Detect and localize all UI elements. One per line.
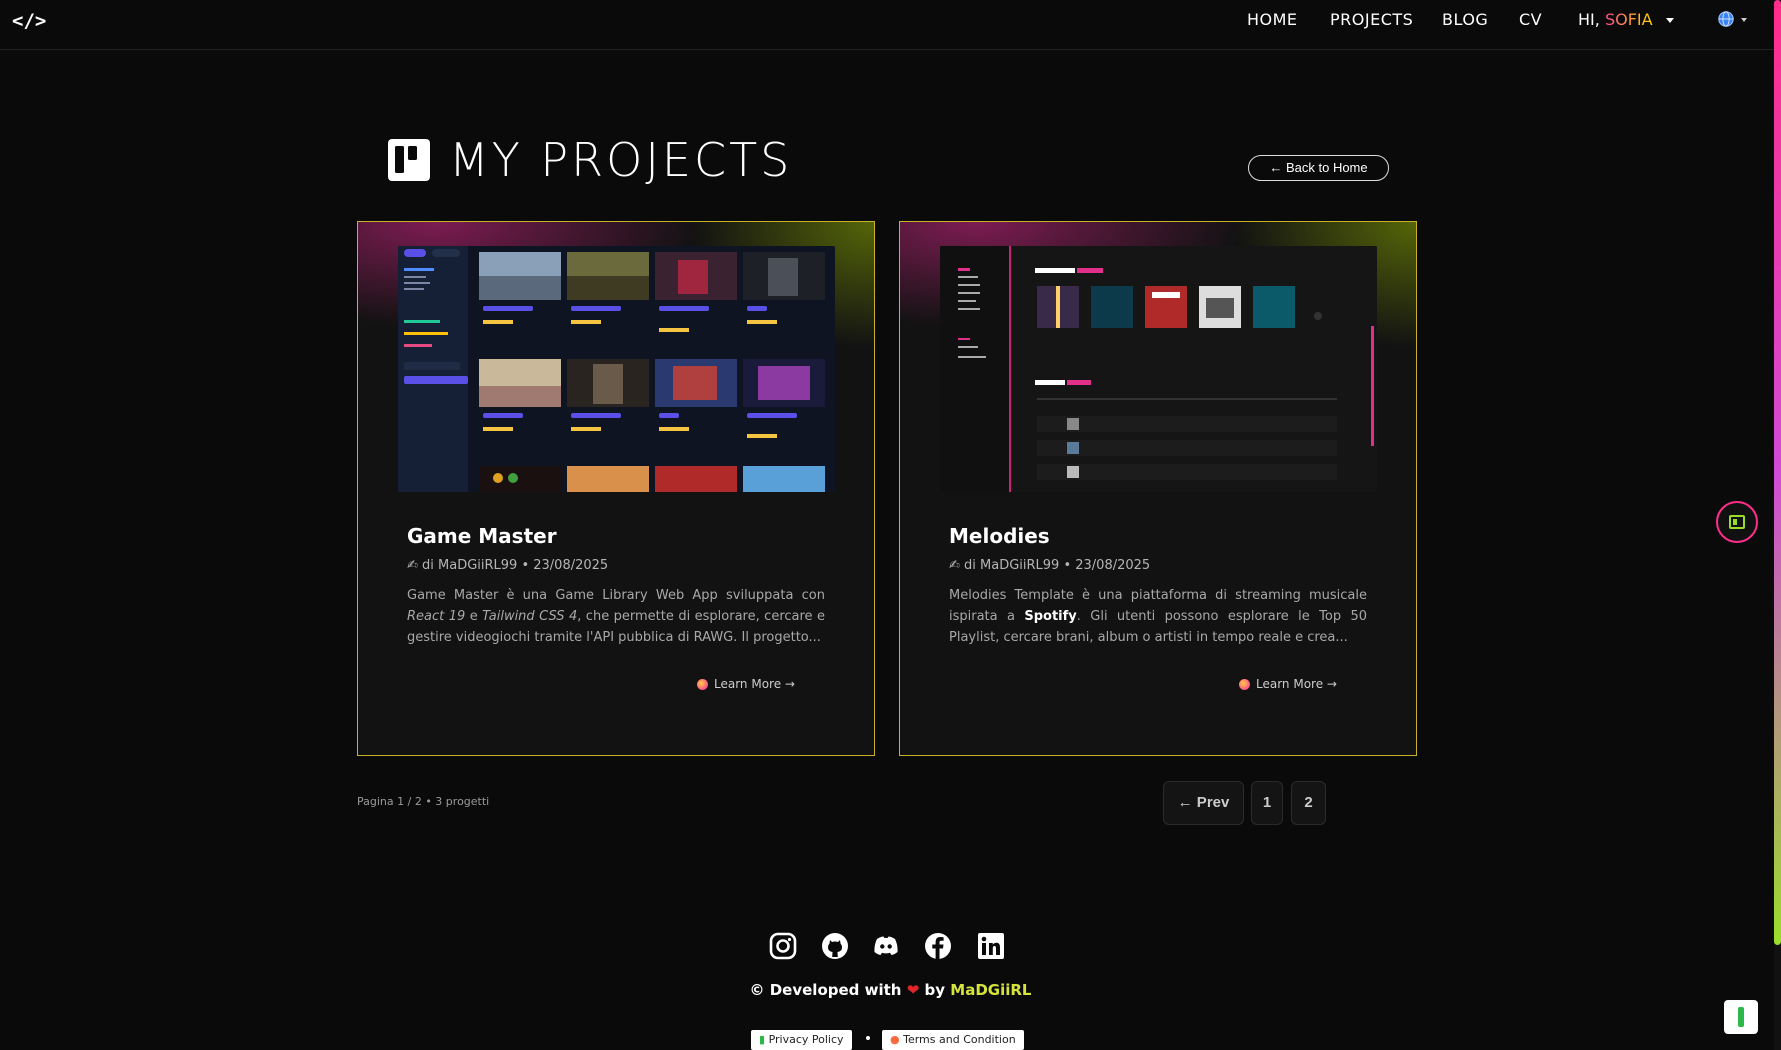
orb-icon: ● bbox=[890, 1033, 900, 1046]
project-description: Game Master è una Game Library Web App s… bbox=[407, 588, 825, 645]
user-menu[interactable]: HI, SOFIA bbox=[1578, 10, 1653, 29]
instagram-icon[interactable] bbox=[769, 932, 797, 960]
scrollbar[interactable] bbox=[1774, 0, 1781, 1050]
privacy-label: Privacy Policy bbox=[768, 1033, 844, 1046]
greeting: HI, bbox=[1578, 10, 1600, 29]
page-title: MY PROJECTS bbox=[449, 133, 793, 187]
globe-icon[interactable] bbox=[1717, 10, 1735, 28]
top-navbar: </> HOME PROJECTS BLOG CV HI, SOFIA bbox=[0, 0, 1781, 50]
footer-credit: © Developed with ❤ by MaDGiiRL bbox=[0, 981, 1781, 999]
user-name: SOFIA bbox=[1604, 10, 1653, 29]
privacy-policy-button[interactable]: ▮ Privacy Policy bbox=[751, 1030, 852, 1050]
page-2-button[interactable]: 2 bbox=[1291, 781, 1326, 825]
melodies-screenshot bbox=[940, 246, 1377, 492]
project-card[interactable]: Game Master ✍ di MaDGiiRL99 • 23/08/2025… bbox=[357, 221, 875, 756]
kanban-icon bbox=[388, 139, 430, 181]
nav-blog[interactable]: BLOG bbox=[1442, 10, 1488, 29]
brand-link[interactable]: MaDGiiRL bbox=[950, 981, 1031, 999]
panel-icon bbox=[1729, 515, 1745, 529]
scrollbar-thumb[interactable] bbox=[1774, 0, 1781, 945]
pagination-info: Pagina 1 / 2 • 3 progetti bbox=[357, 795, 490, 808]
chevron-down-icon[interactable] bbox=[1666, 18, 1674, 23]
project-title[interactable]: Melodies bbox=[949, 524, 1050, 548]
orb-icon bbox=[1239, 679, 1250, 690]
nav-cv[interactable]: CV bbox=[1519, 10, 1542, 29]
nav-home[interactable]: HOME bbox=[1247, 10, 1298, 29]
shield-icon: ▮ bbox=[759, 1033, 766, 1046]
credit-by: by bbox=[924, 981, 946, 999]
back-to-home-button[interactable]: ← Back to Home bbox=[1248, 155, 1389, 181]
prev-page-button[interactable]: ← Prev bbox=[1163, 781, 1244, 825]
project-title[interactable]: Game Master bbox=[407, 524, 557, 548]
project-thumbnail[interactable] bbox=[940, 246, 1377, 492]
project-meta: ✍ di MaDGiiRL99 • 23/08/2025 bbox=[407, 558, 609, 573]
facebook-icon[interactable] bbox=[924, 932, 952, 960]
sidebar-toggle-button[interactable] bbox=[1716, 501, 1758, 543]
learn-more-link[interactable]: Learn More → bbox=[1239, 677, 1337, 691]
learn-more-label: Learn More → bbox=[714, 677, 795, 691]
language-caret-icon[interactable] bbox=[1741, 18, 1747, 22]
terms-label: Terms and Condition bbox=[903, 1033, 1016, 1046]
project-meta: ✍ di MaDGiiRL99 • 23/08/2025 bbox=[949, 558, 1151, 573]
credit-prefix: © Developed with bbox=[749, 981, 902, 999]
terms-button[interactable]: ● Terms and Condition bbox=[882, 1030, 1024, 1050]
page-1-button[interactable]: 1 bbox=[1251, 781, 1283, 825]
project-description: Melodies Template è una piattaforma di s… bbox=[949, 588, 1367, 645]
linkedin-icon[interactable] bbox=[977, 932, 1005, 960]
orb-icon bbox=[697, 679, 708, 690]
project-thumbnail[interactable] bbox=[398, 246, 835, 492]
learn-more-link[interactable]: Learn More → bbox=[697, 677, 795, 691]
project-card[interactable]: Melodies ✍ di MaDGiiRL99 • 23/08/2025 Me… bbox=[899, 221, 1417, 756]
footer-separator bbox=[866, 1036, 870, 1040]
accessibility-icon bbox=[1738, 1007, 1744, 1027]
site-logo[interactable]: </> bbox=[12, 10, 46, 32]
learn-more-label: Learn More → bbox=[1256, 677, 1337, 691]
heart-icon: ❤ bbox=[906, 981, 920, 999]
nav-projects[interactable]: PROJECTS bbox=[1330, 10, 1413, 29]
discord-icon[interactable] bbox=[872, 932, 900, 960]
accessibility-button[interactable] bbox=[1724, 1000, 1758, 1034]
game-master-screenshot bbox=[398, 246, 835, 492]
github-icon[interactable] bbox=[821, 932, 849, 960]
